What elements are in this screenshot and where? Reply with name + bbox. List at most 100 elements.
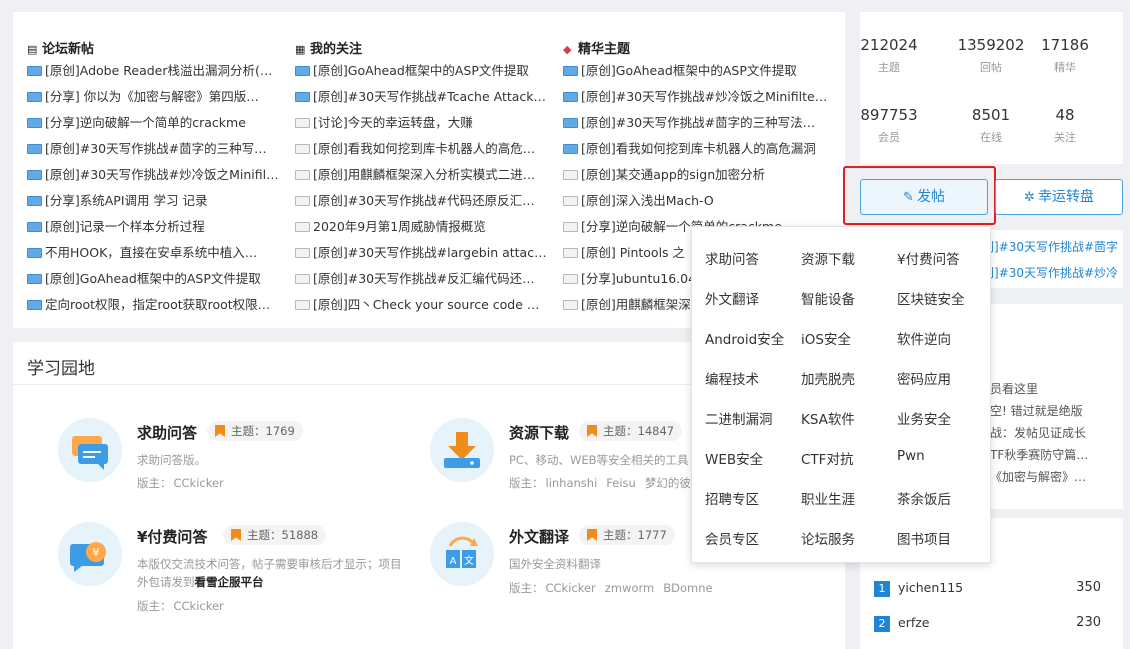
qa-icon[interactable] bbox=[58, 418, 122, 482]
mail-read-icon bbox=[563, 196, 578, 206]
notice-line[interactable]: 战：发帖见证成长 bbox=[990, 424, 1086, 441]
featured-heading: ◆ 精华主题 bbox=[563, 42, 631, 57]
mail-read-icon bbox=[295, 222, 310, 232]
download-icon[interactable] bbox=[430, 418, 494, 482]
svg-text:¥: ¥ bbox=[93, 546, 100, 559]
category-item[interactable]: CTF对抗 bbox=[801, 448, 853, 468]
post-link[interactable]: [原创]#30天写作挑战#炒冷饭之Minifilter… bbox=[563, 86, 829, 104]
category-item[interactable]: 区块链安全 bbox=[897, 288, 965, 308]
category-item[interactable]: 密码应用 bbox=[897, 368, 951, 388]
category-item[interactable]: 会员专区 bbox=[705, 528, 759, 548]
notice-line[interactable]: 空! 错过就是绝版 bbox=[990, 402, 1083, 419]
rank-item[interactable]: 1 yichen115 bbox=[874, 580, 963, 597]
post-link[interactable]: [原创]#30天写作挑战#炒冷饭之Minifil… bbox=[27, 164, 279, 182]
edit-icon: ✎ bbox=[903, 190, 914, 205]
category-item[interactable]: KSA软件 bbox=[801, 408, 855, 428]
post-link[interactable]: [讨论]今天的幸运转盘，大赚 bbox=[295, 112, 547, 130]
post-link[interactable]: [原创]GoAhead框架中的ASP文件提取 bbox=[27, 268, 279, 286]
category-item[interactable]: 加壳脱壳 bbox=[801, 368, 855, 388]
category-item[interactable]: 编程技术 bbox=[705, 368, 759, 388]
category-item[interactable]: 招聘专区 bbox=[705, 488, 759, 508]
post-link[interactable]: [分享]逆向破解一个简单的crackme bbox=[27, 112, 279, 130]
forum-desc: 本版仅交流技术问答，帖子需要审核后才显示；项目 bbox=[137, 557, 402, 571]
post-link[interactable]: [原创]某交通app的sign加密分析 bbox=[563, 164, 829, 182]
category-item[interactable]: 智能设备 bbox=[801, 288, 855, 308]
mail-icon bbox=[27, 118, 42, 128]
category-item[interactable]: Pwn bbox=[897, 448, 925, 464]
post-link[interactable]: [原创]看我如何挖到库卡机器人的高危漏洞 bbox=[563, 138, 829, 156]
post-link[interactable]: 2020年9月第1周威胁情报概览 bbox=[295, 216, 547, 234]
category-item[interactable]: 论坛服务 bbox=[801, 528, 855, 548]
mail-icon bbox=[563, 92, 578, 102]
translate-icon[interactable]: A 文 bbox=[430, 522, 494, 586]
notice-line[interactable]: 员看这里 bbox=[990, 380, 1038, 397]
category-item[interactable]: 求助问答 bbox=[705, 248, 759, 268]
mail-icon bbox=[563, 144, 578, 154]
bookmark-icon bbox=[215, 425, 225, 437]
post-link[interactable]: [原创]#30天写作挑战#代码还原反汇… bbox=[295, 190, 547, 208]
stat-follow: 48 关注 bbox=[1054, 106, 1076, 144]
post-link[interactable]: [原创]记录一个样本分析过程 bbox=[27, 216, 279, 234]
rank-score: 350 bbox=[1076, 580, 1101, 595]
category-item[interactable]: 二进制漏洞 bbox=[705, 408, 773, 428]
mail-read-icon bbox=[295, 170, 310, 180]
forum-desc: PC、移动、WEB等安全相关的工具 bbox=[509, 453, 689, 467]
category-item[interactable]: ¥付费问答 bbox=[897, 248, 960, 268]
notice-line[interactable]: 《加密与解密》… bbox=[990, 468, 1086, 485]
post-link[interactable]: [原创]Adobe Reader栈溢出漏洞分析(… bbox=[27, 60, 279, 78]
post-link[interactable]: [原创]深入浅出Mach-O bbox=[563, 190, 829, 208]
category-item[interactable]: 业务安全 bbox=[897, 408, 951, 428]
forum-title[interactable]: 求助问答 bbox=[137, 422, 197, 443]
post-button[interactable]: ✎ 发帖 bbox=[860, 179, 988, 215]
mail-icon bbox=[27, 92, 42, 102]
post-link[interactable]: [原创]#30天写作挑战#largebin attack… bbox=[295, 242, 547, 260]
category-item[interactable]: Android安全 bbox=[705, 328, 784, 348]
forum-desc: 求助问答版。 bbox=[137, 453, 206, 467]
paid-qa-icon[interactable]: ¥ bbox=[58, 522, 122, 586]
category-item[interactable]: 软件逆向 bbox=[897, 328, 951, 348]
forum-moderators: 版主： CCkicker zmworm BDomne bbox=[509, 581, 713, 595]
mail-read-icon bbox=[295, 118, 310, 128]
post-link[interactable]: [原创]#30天写作挑战#茴字的三种写法… bbox=[563, 112, 829, 130]
mail-icon bbox=[27, 248, 42, 258]
category-item[interactable]: iOS安全 bbox=[801, 328, 851, 348]
post-link[interactable]: 定向root权限，指定root获取root权限… bbox=[27, 294, 279, 312]
lucky-wheel-button[interactable]: ✲ 幸运转盘 bbox=[995, 179, 1123, 215]
new-posts-heading: ▤ 论坛新帖 bbox=[27, 42, 95, 57]
mail-read-icon bbox=[563, 300, 578, 310]
post-link[interactable]: [分享]系统API调用 学习 记录 bbox=[27, 190, 279, 208]
rank-item[interactable]: 2 erfze bbox=[874, 615, 929, 632]
post-link[interactable]: [原创]#30天写作挑战#茴字的三种写… bbox=[27, 138, 279, 156]
mail-read-icon bbox=[295, 248, 310, 258]
side-post-link[interactable]: 创]#30天写作挑战#炒冷 bbox=[982, 264, 1118, 281]
category-item[interactable]: WEB安全 bbox=[705, 448, 763, 468]
post-link[interactable]: [原创]四丶Check your source code w… bbox=[295, 294, 547, 312]
category-item[interactable]: 职业生涯 bbox=[801, 488, 855, 508]
topic-count-badge: 主题：1769 bbox=[207, 421, 303, 441]
enterprise-link[interactable]: 看雪企服平台 bbox=[195, 575, 264, 589]
mail-icon bbox=[27, 300, 42, 310]
category-item[interactable]: 资源下载 bbox=[801, 248, 855, 268]
post-link[interactable]: [原创]GoAhead框架中的ASP文件提取 bbox=[295, 60, 547, 78]
post-link[interactable]: [原创]看我如何挖到库卡机器人的高危… bbox=[295, 138, 547, 156]
post-link[interactable]: [原创]用麒麟框架深入分析实模式二进… bbox=[295, 164, 547, 182]
mail-read-icon bbox=[563, 222, 578, 232]
post-link[interactable]: [原创]GoAhead框架中的ASP文件提取 bbox=[563, 60, 829, 78]
forum-title[interactable]: 资源下载 bbox=[509, 422, 569, 443]
forum-desc: 国外安全资料翻译 bbox=[509, 557, 601, 571]
post-link[interactable]: [分享] 你以为《加密与解密》第四版… bbox=[27, 86, 279, 104]
mail-read-icon bbox=[295, 300, 310, 310]
notice-line[interactable]: TF秋季赛防守篇… bbox=[990, 446, 1088, 463]
post-link[interactable]: [原创]#30天写作挑战#反汇编代码还… bbox=[295, 268, 547, 286]
category-item[interactable]: 外文翻译 bbox=[705, 288, 759, 308]
stat-featured: 17186 精华 bbox=[1041, 36, 1089, 74]
topic-count-badge: 主题：51888 bbox=[223, 525, 327, 545]
side-post-link[interactable]: 创]#30天写作挑战#茴字 bbox=[982, 238, 1118, 255]
forum-desc-2: 外包请发到看雪企服平台 bbox=[137, 575, 264, 589]
forum-title[interactable]: ¥付费问答 bbox=[137, 526, 207, 547]
post-link[interactable]: 不用HOOK，直接在安卓系统中植入… bbox=[27, 242, 279, 260]
post-link[interactable]: [原创]#30天写作挑战#Tcache Attack… bbox=[295, 86, 547, 104]
category-item[interactable]: 茶余饭后 bbox=[897, 488, 951, 508]
forum-title[interactable]: 外文翻译 bbox=[509, 526, 569, 547]
category-item[interactable]: 图书项目 bbox=[897, 528, 951, 548]
